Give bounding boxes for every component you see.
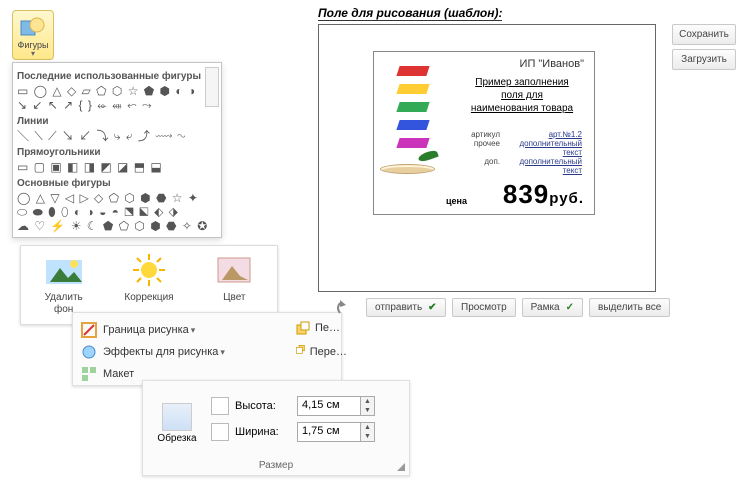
shape-row[interactable]: ▭ ▢ ▣ ◧ ◨ ◩ ◪ ⬒ ⬓ [17,160,217,174]
shape-row[interactable]: ◯ △ ▽ ◁ ▷ ◇ ⬠ ⬡ ⬢ ⬣ ☆ ✦ [17,191,217,205]
drawing-area-title: Поле для рисования (шаблон): [318,6,502,21]
shapes-dropdown-button[interactable]: Фигуры ▾ [12,10,54,60]
shapes-gallery-panel: Последние использованные фигуры ▭ ◯ △ ◇ … [12,62,222,238]
height-label: Высота: [235,400,297,412]
shape-row[interactable]: ▭ ◯ △ ◇ ▱ ⬠ ⬡ ☆ ⬟ ⬢ ◐ ◑ [17,84,217,98]
shape-row[interactable]: ⬭ ⬬ ⬮ ⬯ ◐ ◑ ◒ ◓ ⬔ ⬕ ⬖ ⬗ [17,205,217,219]
shape-row[interactable]: ＼ ⟍ ⟋ ↘ ↙ ⤵ ⤷ ⤶ ⤴ ⟿ ∿ [17,129,217,143]
shape-row[interactable]: ☁ ♡ ⚡ ☀ ☾ ⬟ ⬠ ⬡ ⬢ ⬣ ✧ ✪ [17,219,217,233]
height-input[interactable]: 4,15 см [297,396,361,416]
preview-button[interactable]: Просмотр [452,298,516,317]
height-spinner[interactable]: ▲▼ [361,396,375,416]
ribbon-size-group: Обрезка Высота: 4,15 см ▲▼ Ширина: 1,75 … [142,380,410,476]
crop-icon [162,403,192,431]
send-backward-button[interactable]: Пере… [295,344,347,360]
chevron-down-icon: ▾ [31,49,35,58]
gallery-section-recent: Последние использованные фигуры [17,71,217,82]
width-input[interactable]: 1,75 см [297,422,361,442]
layout-icon [81,366,97,382]
crop-button[interactable]: Обрезка [153,403,201,444]
price-tag-template[interactable]: ИП "Иванов" Пример заполненияполя длянаи… [373,51,595,215]
gallery-section-lines: Линии [17,116,217,127]
send-arrow-icon [336,299,360,317]
product-art-icon [378,62,436,188]
shape-row [17,233,217,237]
send-button[interactable]: отправить✔ [366,298,446,317]
select-all-button[interactable]: выделить все [589,298,670,317]
side-buttons: Сохранить Загрузить [672,24,736,74]
send-backward-icon [295,344,306,360]
size-group-label: Размер [143,460,409,471]
width-spinner[interactable]: ▲▼ [361,422,375,442]
frame-button[interactable]: Рамка✓ [522,298,583,317]
remove-bg-icon [44,252,84,288]
shape-row[interactable]: ↘ ↙ ↖ ↗ { } ⬰ ⬵ ⬿ ⤳ [17,98,217,112]
product-name: Пример заполненияполя длянаименования то… [462,76,582,115]
price-value: 839руб. [503,179,584,210]
load-button[interactable]: Загрузить [672,49,736,70]
price-label: цена [446,196,467,206]
width-label: Ширина: [235,426,297,438]
gallery-section-rects: Прямоугольники [17,147,217,158]
effects-icon [81,344,97,360]
bring-forward-icon [295,320,311,336]
meta-block: артикуларт.№1.2 прочеедополнительный тек… [456,130,582,175]
sun-icon [129,252,169,288]
checkmark-icon: ✓ [566,302,574,313]
gallery-section-basic: Основные фигуры [17,178,217,189]
checkmark-icon: ✔ [428,302,436,313]
width-icon [211,423,229,441]
drawing-canvas[interactable]: ИП "Иванов" Пример заполненияполя длянаи… [318,24,656,292]
border-icon [81,322,97,338]
picture-color-icon [214,252,254,288]
height-icon [211,397,229,415]
chevron-down-icon: ▾ [191,325,196,336]
gallery-scrollbar[interactable] [205,67,219,107]
org-name: ИП "Иванов" [520,58,584,70]
dialog-launcher-icon[interactable] [397,463,405,471]
save-button[interactable]: Сохранить [672,24,736,45]
chevron-down-icon: ▾ [220,347,225,358]
bring-forward-button[interactable]: Пе… [295,320,347,336]
